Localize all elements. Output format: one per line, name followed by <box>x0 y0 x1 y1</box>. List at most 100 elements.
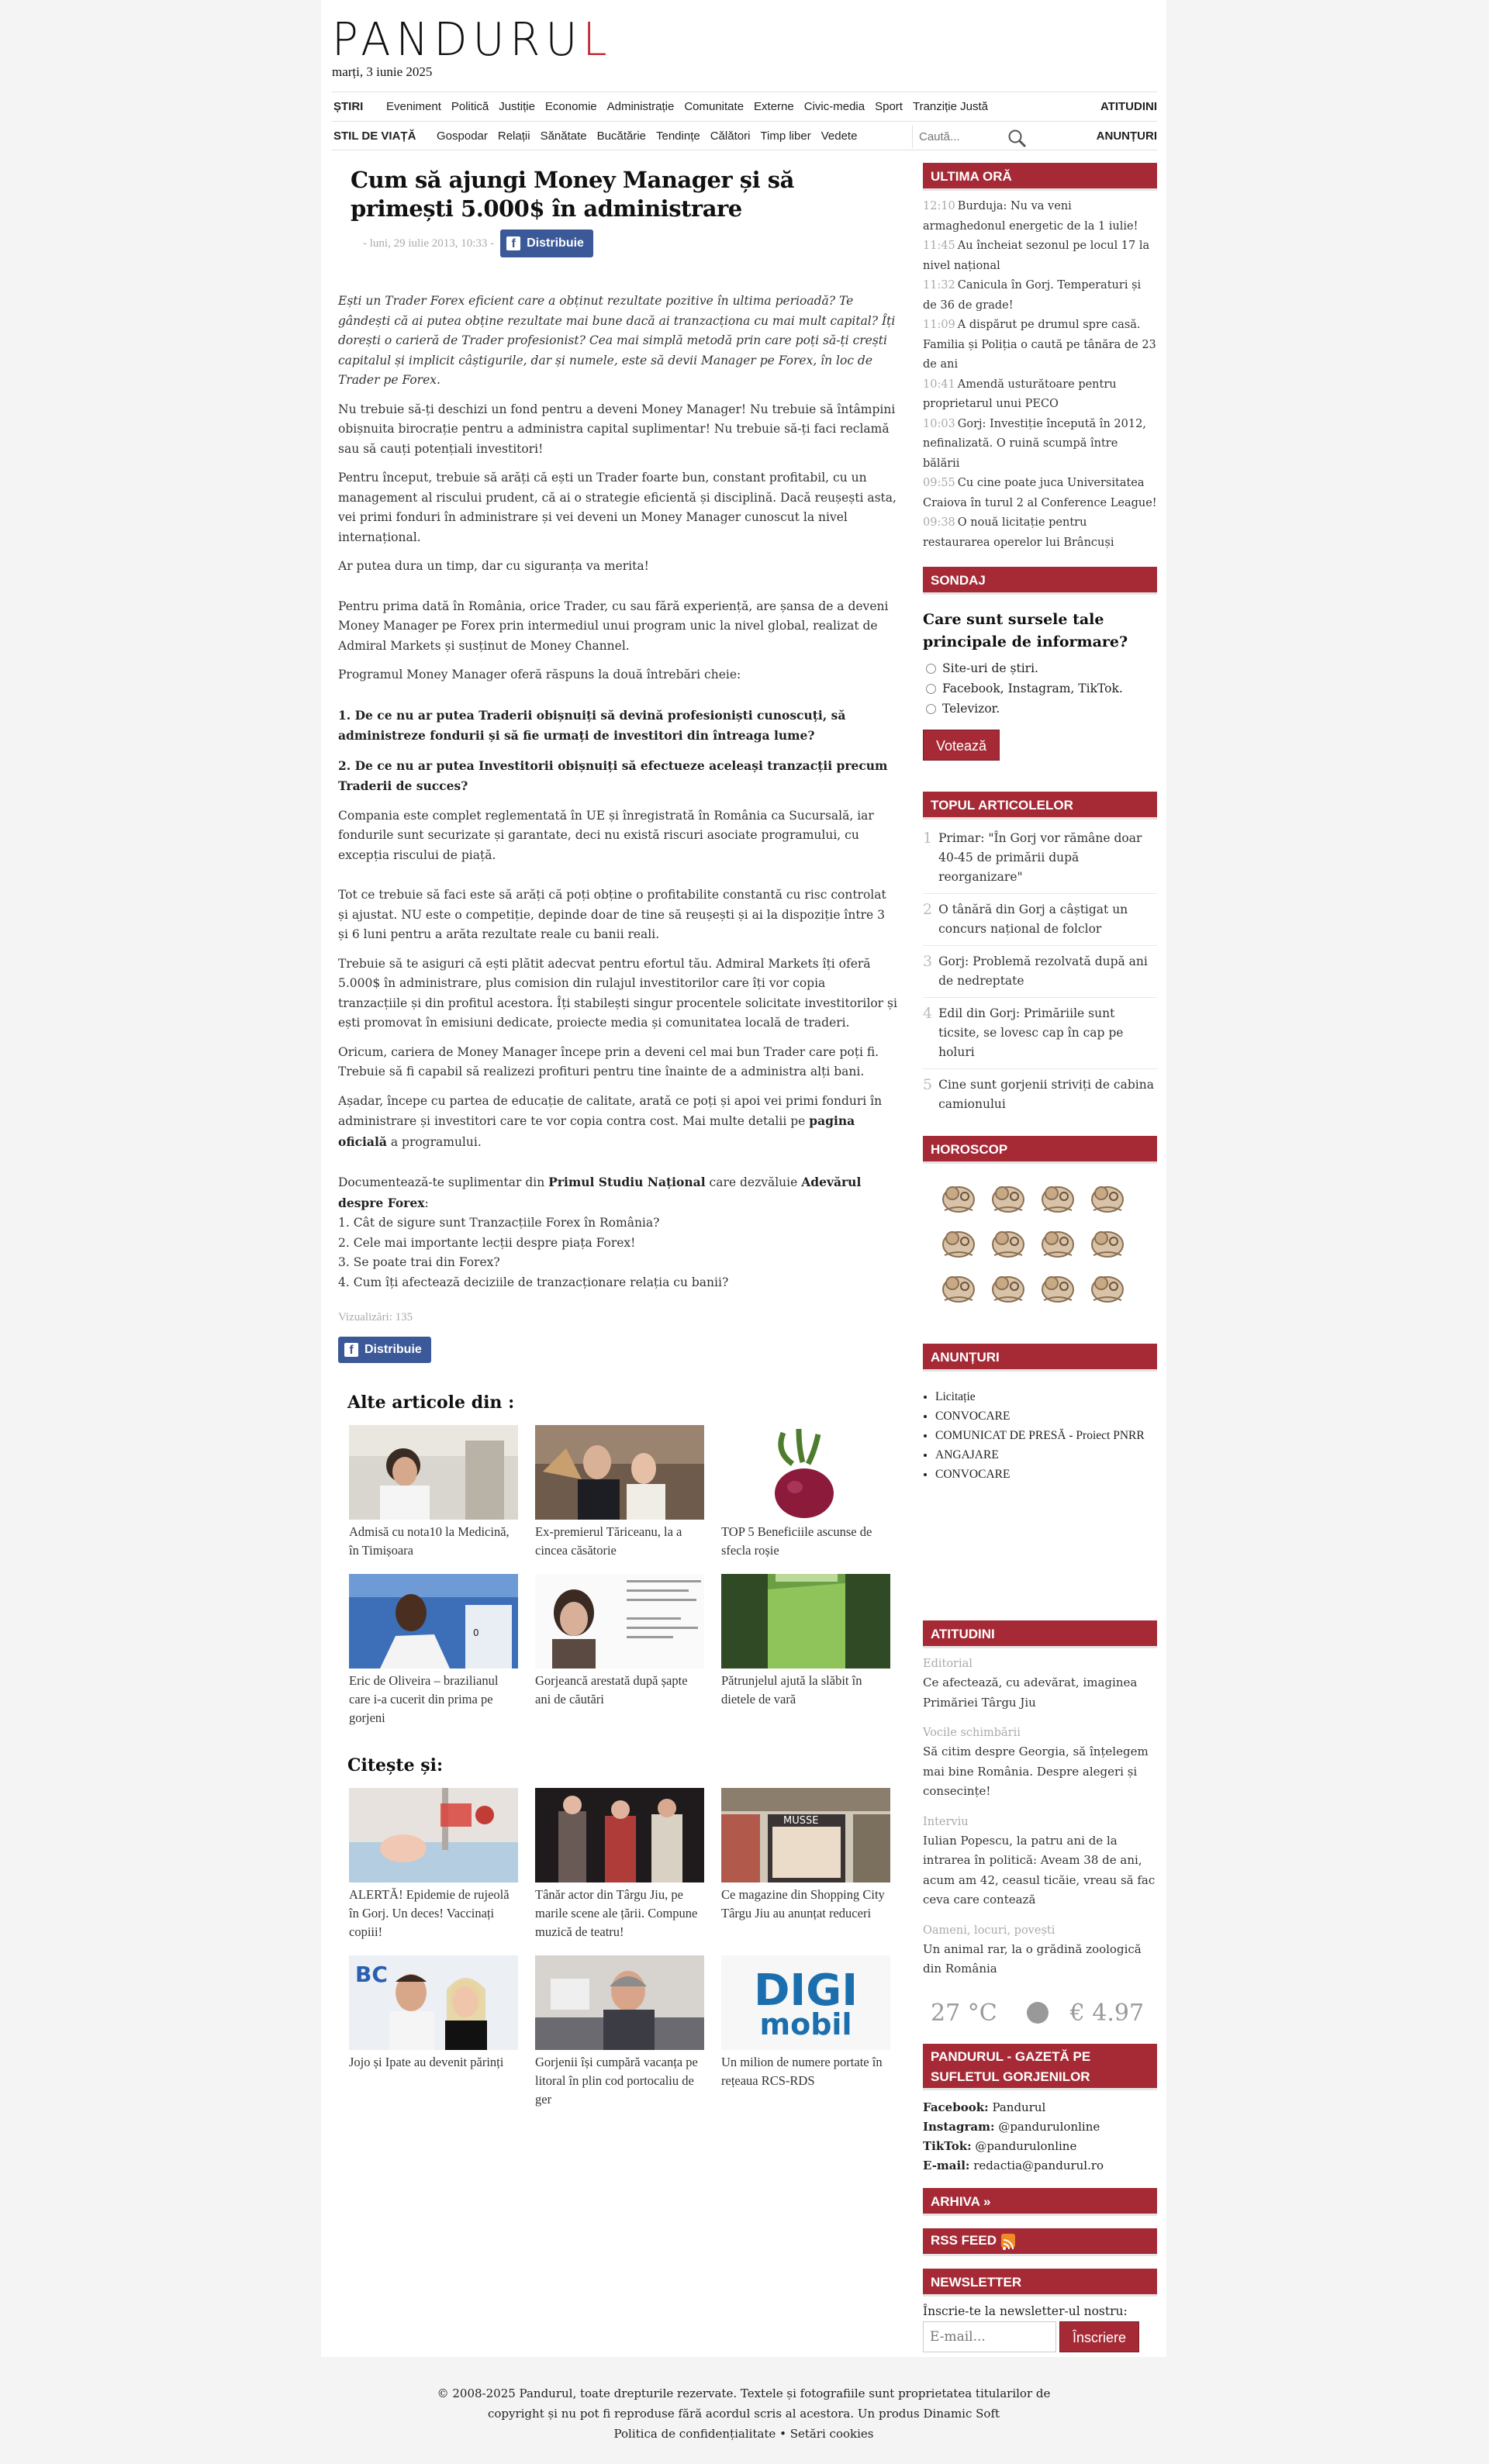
latest-news-item[interactable]: 09:55 Cu cine poate juca Universitatea Cr… <box>923 474 1157 513</box>
email-link[interactable]: redactia@pandurul.ro <box>973 2159 1104 2172</box>
nav-item-eveniment[interactable]: Eveniment <box>386 100 441 113</box>
nav-item-relatii[interactable]: Relații <box>498 129 530 143</box>
nav-item-justitie[interactable]: Justiție <box>499 100 535 113</box>
zodiac-berbec-icon[interactable] <box>937 1176 980 1216</box>
zodiac-fecioara-icon[interactable] <box>986 1221 1030 1261</box>
poll-option[interactable]: Site-uri de știri. <box>926 658 1157 678</box>
zodiac-balanta-icon[interactable] <box>1036 1221 1080 1261</box>
rss-link[interactable]: RSS FEED <box>923 2228 1157 2256</box>
tiktok-link[interactable]: @pandurulonline <box>975 2139 1076 2153</box>
nav-item-externe[interactable]: Externe <box>754 100 794 113</box>
opinion-title[interactable]: Să citim despre Georgia, să înțelegem ma… <box>923 1742 1157 1802</box>
nav-item-economie[interactable]: Economie <box>545 100 597 113</box>
zodiac-gemeni-icon[interactable] <box>1036 1176 1080 1216</box>
announcement-item[interactable]: CONVOCARE <box>935 1406 1157 1426</box>
read-also-card[interactable]: MUSSE Ce magazine din Shopping City Târg… <box>721 1788 890 1941</box>
radio-button[interactable] <box>926 663 936 674</box>
nav-item-comunitate[interactable]: Comunitate <box>684 100 744 113</box>
announcement-item[interactable]: COMUNICAT DE PRESĂ - Proiect PNRR <box>935 1426 1157 1445</box>
facebook-link[interactable]: Pandurul <box>992 2100 1045 2114</box>
nav-item-timp-liber[interactable]: Timp liber <box>760 129 810 143</box>
opinion-title[interactable]: Ce afectează, cu adevărat, imaginea Prim… <box>923 1673 1157 1713</box>
related-card[interactable]: Gorjeancă arestată după șapte ani de cău… <box>535 1574 704 1727</box>
vote-button[interactable]: Votează <box>923 730 1000 761</box>
search-icon[interactable] <box>1007 129 1028 149</box>
top-article-item[interactable]: 2O tânără din Gorj a câștigat un concurs… <box>923 894 1157 946</box>
related-card[interactable]: Ex-premierul Tăriceanu, la a cincea căsă… <box>535 1425 704 1560</box>
study-link[interactable]: Primul Studiu Național <box>548 1175 705 1189</box>
privacy-link[interactable]: Politica de confidențialitate <box>614 2427 776 2441</box>
latest-news-item[interactable]: 12:10 Burduja: Nu va veni armaghedonul en… <box>923 197 1157 236</box>
search-input[interactable] <box>919 129 1004 143</box>
announcement-item[interactable]: ANGAJARE <box>935 1445 1157 1465</box>
newsletter-email-input[interactable] <box>923 2321 1056 2352</box>
nav-item-calatori[interactable]: Călători <box>710 129 751 143</box>
related-card[interactable]: Admisă cu nota10 la Medicină, în Timișoa… <box>349 1425 518 1560</box>
nav-anunturi[interactable]: ANUNȚURI <box>1097 129 1157 143</box>
cookie-settings-link[interactable]: Setări cookies <box>790 2427 874 2441</box>
related-card[interactable]: TOP 5 Beneficiile ascunse de sfecla roși… <box>721 1425 890 1560</box>
thumbnail-image <box>535 1425 704 1520</box>
opinion-title[interactable]: Un animal rar, la o grădină zoologică di… <box>923 1940 1157 1979</box>
zodiac-leu-icon[interactable] <box>937 1221 980 1261</box>
zodiac-sagetator-icon[interactable] <box>937 1266 980 1306</box>
instagram-link[interactable]: @pandurulonline <box>998 2120 1100 2134</box>
nav-item-civic-media[interactable]: Civic-media <box>804 100 865 113</box>
top-article-item[interactable]: 3 Gorj: Problemă rezolvată după ani de ne… <box>923 946 1157 998</box>
current-date: marți, 3 iunie 2025 <box>332 64 433 79</box>
nav-stiri[interactable]: ȘTIRI <box>332 100 386 113</box>
site-logo[interactable]: PANDURUL <box>332 16 613 65</box>
nav-item-sanatate[interactable]: Sănătate <box>541 129 587 143</box>
zodiac-rac-icon[interactable] <box>1086 1176 1129 1216</box>
poll-option[interactable]: Televizor. <box>926 699 1157 719</box>
opinion-title[interactable]: Iulian Popescu, la patru ani de la intra… <box>923 1831 1157 1910</box>
archive-link[interactable]: ARHIVA » <box>923 2187 1157 2216</box>
nav-item-sport[interactable]: Sport <box>875 100 903 113</box>
nav-item-gospodar[interactable]: Gospodar <box>437 129 488 143</box>
zodiac-scorpion-icon[interactable] <box>1086 1221 1129 1261</box>
zodiac-capricorn-icon[interactable] <box>986 1266 1030 1306</box>
nav-item-vedete[interactable]: Vedete <box>821 129 858 143</box>
latest-news-item[interactable]: 10:03 Gorj: Investiție începută în 2012, … <box>923 415 1157 475</box>
radio-button[interactable] <box>926 703 936 714</box>
nav-atitudini[interactable]: ATITUDINI <box>1100 100 1157 113</box>
share-button-top[interactable]: f Distribuie <box>500 229 593 257</box>
top-article-item[interactable]: 4 Edil din Gorj: Primăriile sunt ticsite,… <box>923 998 1157 1069</box>
zodiac-pesti-icon[interactable] <box>1086 1266 1129 1306</box>
announcement-item[interactable]: CONVOCARE <box>935 1465 1157 1484</box>
nav-item-politica[interactable]: Politică <box>451 100 489 113</box>
radio-button[interactable] <box>926 683 936 694</box>
read-also-card[interactable]: ALERTĂ! Epidemie de rujeolă în Gorj. Un … <box>349 1788 518 1941</box>
nav-stil-de-viata[interactable]: STIL DE VIAȚĂ <box>332 129 437 143</box>
top-article-item[interactable]: 1 Primar: "În Gorj vor rămâne doar 40-45 … <box>923 823 1157 894</box>
announcement-item[interactable]: Licitație <box>935 1387 1157 1406</box>
share-button-bottom[interactable]: f Distribuie <box>338 1337 431 1363</box>
nav-item-tendinte[interactable]: Tendințe <box>656 129 700 143</box>
opinion-category: Oameni, locuri, povești <box>923 1924 1055 1937</box>
latest-news-item[interactable]: 11:09 A dispărut pe drumul spre casă. Fam… <box>923 316 1157 375</box>
latest-news-item[interactable]: 09:38 O nouă licitație pentru restaurarea… <box>923 513 1157 553</box>
developer-link[interactable]: Dinamic Soft <box>924 2407 1000 2421</box>
nav-item-administratie[interactable]: Administrație <box>607 100 675 113</box>
news-time: 10:03 <box>923 417 955 430</box>
latest-news-item[interactable]: 11:32 Canicula în Gorj. Temperaturi și de… <box>923 276 1157 316</box>
latest-news-item[interactable]: 10:41 Amendă usturătoare pentru proprieta… <box>923 375 1157 415</box>
latest-news-item[interactable]: 11:45 Au încheiat sezonul pe locul 17 la … <box>923 236 1157 276</box>
zodiac-varsator-icon[interactable] <box>1036 1266 1080 1306</box>
subscribe-button[interactable]: Înscriere <box>1059 2321 1140 2352</box>
related-grid: Admisă cu nota10 la Medicină, în Timișoa… <box>349 1425 898 1727</box>
zodiac-taur-icon[interactable] <box>986 1176 1030 1216</box>
nav-item-bucatarie[interactable]: Bucătărie <box>597 129 646 143</box>
read-also-card[interactable]: BC Jojo și Ipate au devenit părinți <box>349 1955 518 2109</box>
article-paragraph: Trebuie să te asiguri că ești plătit ade… <box>338 956 897 1030</box>
read-also-card[interactable]: Gorjenii își cumpără vacanța pe litoral … <box>535 1955 704 2109</box>
read-also-card[interactable]: DIGI mobil Un milion de numere portate în… <box>721 1955 890 2109</box>
read-also-card[interactable]: Tânăr actor din Târgu Jiu, pe marile sce… <box>535 1788 704 1941</box>
poll-option[interactable]: Facebook, Instagram, TikTok. <box>926 678 1157 699</box>
newsletter-header: NEWSLETTER <box>923 2268 1157 2297</box>
related-card[interactable]: 0 Eric de Oliveira – brazilianul care i-… <box>349 1574 518 1727</box>
news-time: 09:38 <box>923 516 955 529</box>
nav-item-tranzitie-justa[interactable]: Tranziție Justă <box>913 100 988 113</box>
related-card[interactable]: Pătrunjelul ajută la slăbit în dietele d… <box>721 1574 890 1727</box>
top-article-item[interactable]: 5 Cine sunt gorjenii striviți de cabina c… <box>923 1069 1157 1120</box>
